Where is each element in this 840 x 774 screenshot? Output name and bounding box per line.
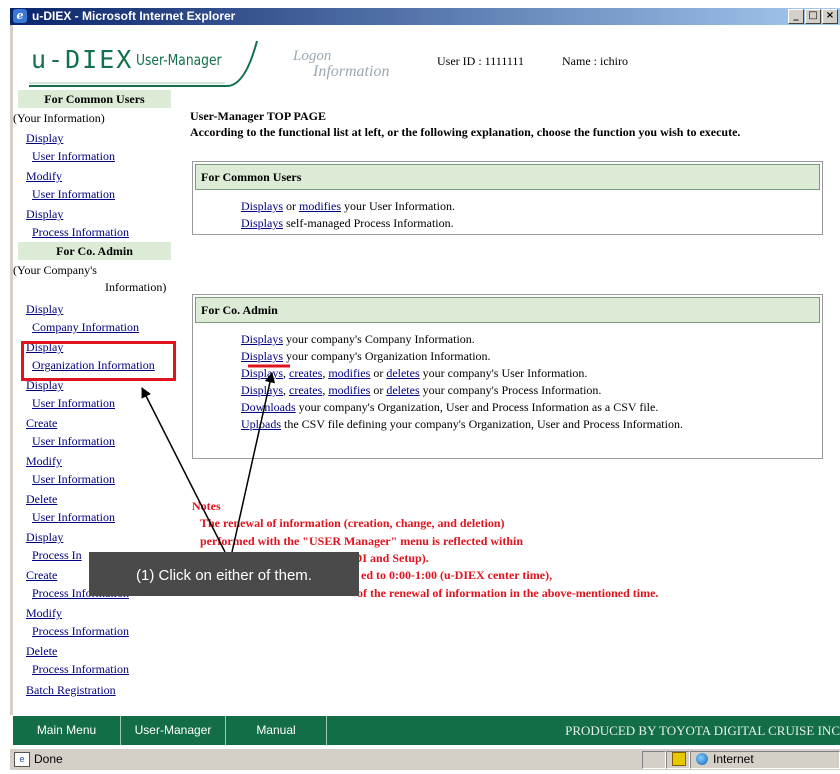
sidebar-link-display[interactable]: Display [26,129,175,147]
displays-link[interactable]: Displays [241,383,283,397]
admin-line-1: Displays your company's Company Informat… [241,332,475,346]
manual-button[interactable]: Manual [226,716,327,745]
udiex-logo: u-DIEX [31,45,134,74]
sidebar-link-modify[interactable]: Modify [26,452,175,470]
sidebar-note-admin-2: Information) [105,280,167,294]
admin-line-2: Displays your company's Organization Inf… [241,349,491,363]
sidebar-link-user-information[interactable]: User Information [32,432,175,450]
sidebar-link-user-information[interactable]: User Information [32,394,175,412]
sidebar-link-batch-registration[interactable]: Batch Registration [26,681,175,699]
user-id: User ID : 1111111 [437,54,524,68]
displays-link[interactable]: Displays [241,199,283,213]
common-users-panel-head: For Common Users [195,164,820,190]
displays-link[interactable]: Displays [241,366,283,380]
zone-label: Internet [713,752,754,766]
sidebar-link-modify[interactable]: Modify [26,167,175,185]
common-users-panel: For Common Users Displays or modifies yo… [192,161,823,235]
usermanager-logo: User-Manager [136,51,222,69]
common-line-2: Displays self-managed Process Informatio… [241,216,454,230]
instruction-tooltip: (1) Click on either of them. [89,552,359,596]
page-header: u-DIEX User-Manager Logon Information Us… [13,25,840,88]
sidebar-link-user-information[interactable]: User Information [32,508,175,526]
creates-link[interactable]: creates [289,383,322,397]
lock-icon [672,752,686,766]
co-admin-panel-head: For Co. Admin [195,297,820,323]
uploads-link[interactable]: Uploads [241,417,281,431]
admin-line-6: Uploads the CSV file defining your compa… [241,417,683,431]
displays-link[interactable]: Displays [241,216,283,230]
main-content: User-Manager TOP PAGE According to the f… [190,108,830,140]
sidebar-link-user-information[interactable]: User Information [32,470,175,488]
page-intro: According to the functional list at left… [190,125,741,139]
sidebar-head-admin: For Co. Admin [18,242,171,260]
sidebar-link-process-information[interactable]: Process Information [32,223,175,241]
main-menu-button[interactable]: Main Menu [13,716,121,745]
admin-line-3: Displays, creates, modifies or deletes y… [241,366,588,380]
globe-icon [696,753,708,765]
page-icon: e [14,752,30,767]
sidebar-link-display[interactable]: Display [26,300,175,318]
common-line-1: Displays or modifies your User Informati… [241,199,455,213]
sidebar-link-create[interactable]: Create [26,414,175,432]
sidebar-link-user-information[interactable]: User Information [32,147,175,165]
co-admin-panel: For Co. Admin Displays your company's Co… [192,294,823,459]
sidebar-link-process-information[interactable]: Process Information [32,622,175,640]
sidebar-note-admin: (Your Company's [13,263,97,277]
notes-line-1: The renewal of information (creation, ch… [200,516,505,530]
notes-line-2: performed with the "USER Manager" menu i… [200,534,524,548]
notes-line-5: of the renewal of information in the abo… [357,586,659,600]
sidebar-link-display[interactable]: Display [26,528,175,546]
window-controls: _ □ × [788,9,838,24]
minimize-button[interactable]: _ [788,9,804,24]
admin-line-4: Displays, creates, modifies or deletes y… [241,383,602,397]
status-text: Done [34,752,63,766]
sidebar-link-display[interactable]: Display [26,205,175,223]
downloads-link[interactable]: Downloads [241,400,296,414]
displays-organization-link[interactable]: Displays [241,349,283,363]
user-manager-top-button[interactable]: User-Manager TOP [121,716,226,766]
highlight-box [21,341,176,381]
notes-line-4: ed to 0:00-1:00 (u-DIEX center time), [361,568,553,582]
sidebar-link-company-information[interactable]: Company Information [32,318,175,336]
sidebar-link-modify[interactable]: Modify [26,604,175,622]
status-bar: e Done Internet [10,748,840,770]
window-title: u-DIEX - Microsoft Internet Explorer [32,9,236,23]
displays-link[interactable]: Displays [241,332,283,346]
notes-head: Notes [192,499,221,513]
sidebar-link-user-information[interactable]: User Information [32,185,175,203]
maximize-button[interactable]: □ [805,9,821,24]
footer-bar: Main Menu User-Manager TOP Manual PRODUC… [13,716,840,766]
sidebar-link-delete[interactable]: Delete [26,490,175,508]
modifies-link[interactable]: modifies [328,366,370,380]
deletes-link[interactable]: deletes [386,366,419,380]
user-name: Name : ichiro [562,54,628,68]
sidebar: For Common Users (Your Information) Disp… [13,88,175,699]
page-title: User-Manager TOP PAGE [190,109,326,123]
deletes-link[interactable]: deletes [386,383,419,397]
sidebar-note-common: (Your Information) [13,111,105,125]
sidebar-link-delete[interactable]: Delete [26,642,175,660]
modifies-link[interactable]: modifies [328,383,370,397]
admin-line-5: Downloads your company's Organization, U… [241,400,659,414]
close-button[interactable]: × [822,9,838,24]
sidebar-head-common: For Common Users [18,90,171,108]
produced-by-text: PRODUCED BY TOYOTA DIGITAL CRUISE INC [565,723,840,738]
window-titlebar: e u-DIEX - Microsoft Internet Explorer _… [10,8,840,25]
logon-information-label: Logon Information [293,48,390,80]
sidebar-link-process-information[interactable]: Process Information [32,660,175,678]
status-cell [642,751,666,769]
creates-link[interactable]: creates [289,366,322,380]
modifies-link[interactable]: modifies [299,199,341,213]
ie-icon: e [13,9,27,23]
